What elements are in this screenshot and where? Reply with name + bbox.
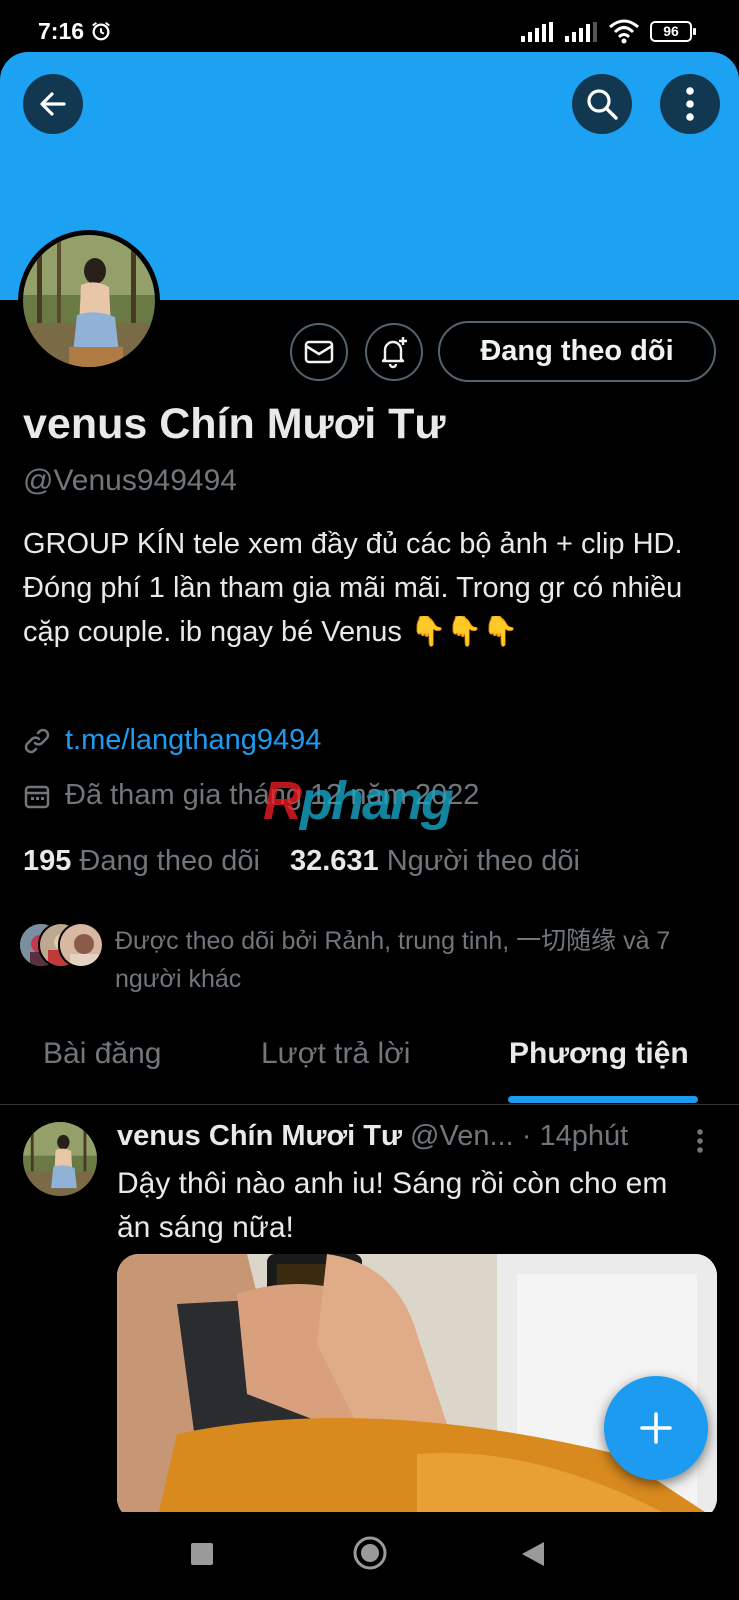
circle-home-icon [353, 1536, 387, 1570]
square-icon [191, 1543, 213, 1565]
battery-indicator: 96 [650, 21, 696, 42]
followers-stat[interactable]: 32.631 Người theo dõi [290, 845, 580, 878]
post-text: Dậy thôi nào anh iu! Sáng rồi còn cho em… [117, 1167, 668, 1244]
search-button[interactable] [572, 74, 632, 134]
follow-stats: 195 Đang theo dõi 32.631 Người theo dõi [23, 845, 580, 878]
active-tab-indicator [508, 1096, 698, 1103]
home-button[interactable] [351, 1534, 389, 1577]
followers-label: Người theo dõi [386, 845, 580, 877]
following-button[interactable]: Đang theo dõi [438, 321, 716, 382]
arrow-left-icon [40, 92, 66, 116]
tab-replies[interactable]: Lượt trả lời [261, 1037, 410, 1071]
more-vertical-icon [686, 87, 694, 121]
following-stat[interactable]: 195 Đang theo dõi [23, 845, 260, 878]
alarm-icon [92, 21, 110, 41]
watermark-logo: Rphang [263, 771, 454, 831]
profile-avatar[interactable] [18, 230, 160, 372]
profile-link-row: t.me/langthang9494 [23, 724, 321, 757]
followers-count: 32.631 [289, 845, 379, 877]
following-count: 195 [23, 845, 72, 877]
plus-icon [640, 1412, 672, 1444]
message-button[interactable] [290, 323, 348, 381]
status-time: 7:16 [38, 18, 85, 44]
mail-icon [304, 340, 334, 364]
status-bar: 7:16 96 [0, 0, 739, 60]
tab-media[interactable]: Phương tiện [509, 1037, 689, 1071]
profile-bio: GROUP KÍN tele xem đầy đủ các bộ ảnh + c… [23, 528, 683, 648]
avatar [58, 922, 104, 968]
profile-link[interactable]: t.me/langthang9494 [65, 724, 321, 757]
following-label: Đang theo dõi [79, 845, 260, 877]
display-name: venus Chín Mươi Tư [23, 400, 446, 448]
post-more-button[interactable] [696, 1128, 704, 1159]
search-icon [587, 89, 618, 120]
more-options-button[interactable] [660, 74, 720, 134]
back-button[interactable] [23, 74, 83, 134]
post-author-name[interactable]: venus Chín Mươi Tư [117, 1120, 402, 1152]
more-vertical-icon [697, 1129, 703, 1153]
tab-posts[interactable]: Bài đăng [43, 1037, 161, 1071]
link-icon [24, 728, 50, 753]
profile-tabs: Bài đăng Lượt trả lời Phương tiện [0, 1015, 739, 1105]
followed-by-text[interactable]: Được theo dõi bởi Rảnh, trung tinh, 一切随缘… [115, 922, 725, 998]
signal-icon [521, 22, 553, 42]
post-header: venus Chín Mươi Tư @Ven... · 14phút [117, 1120, 628, 1153]
post-separator: · [521, 1120, 532, 1152]
wifi-icon [609, 19, 639, 44]
notification-button[interactable] [365, 323, 423, 381]
recents-button[interactable] [190, 1542, 214, 1571]
post-avatar[interactable] [23, 1122, 97, 1196]
signal-icon-2 [565, 22, 597, 42]
post-author-handle: @Ven... [410, 1120, 514, 1152]
bell-plus-icon [381, 337, 407, 369]
system-nav-bar [0, 1512, 739, 1600]
system-back-button[interactable] [520, 1540, 546, 1573]
post-time: 14phút [539, 1120, 629, 1152]
user-handle: @Venus949494 [23, 464, 237, 497]
triangle-back-icon [522, 1542, 544, 1566]
compose-button[interactable] [604, 1376, 708, 1480]
avatar-image [23, 235, 155, 367]
calendar-icon [24, 785, 50, 808]
